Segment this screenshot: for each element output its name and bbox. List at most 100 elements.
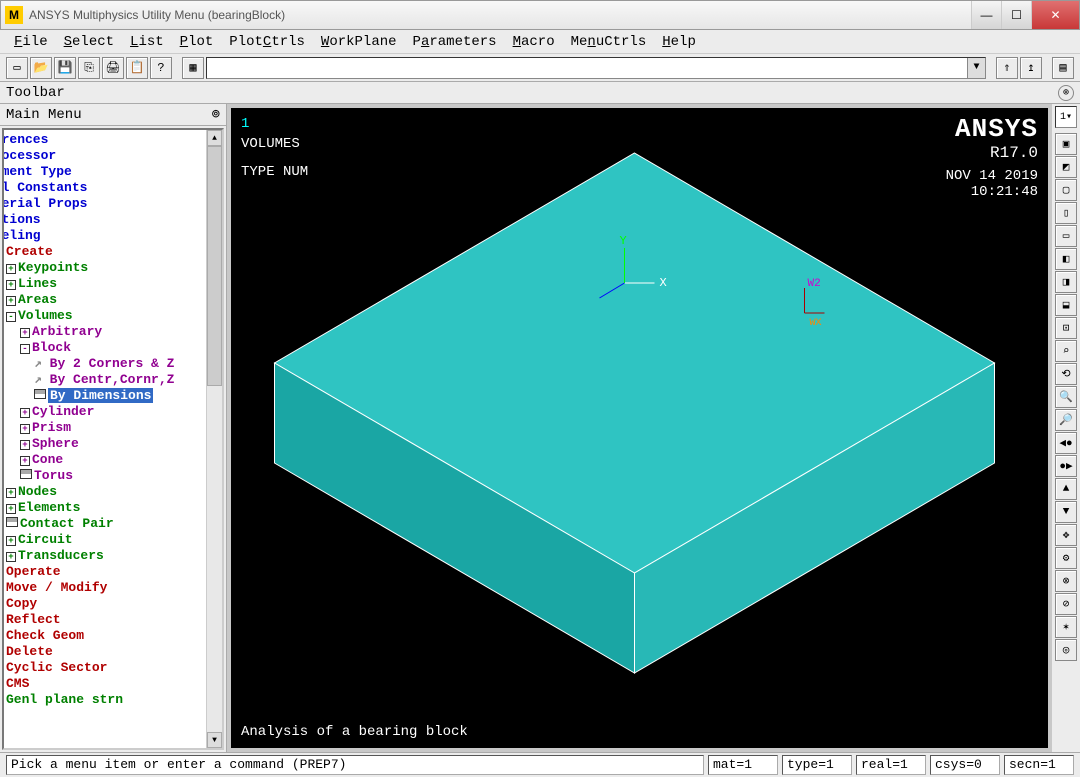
scroll-up-icon[interactable]: ▲	[207, 130, 222, 146]
tree-item-by-dimensions[interactable]: By Dimensions	[2, 388, 206, 404]
tree-item[interactable]: +Sphere	[2, 436, 206, 452]
tree-item[interactable]: odeling	[2, 228, 206, 244]
tree-item[interactable]: Reflect	[2, 612, 206, 628]
zoom-out-icon[interactable]: 🔎	[1055, 409, 1077, 431]
pan-icon[interactable]: ⎘	[78, 57, 100, 79]
menu-macro[interactable]: Macro	[507, 32, 561, 52]
help-icon[interactable]: ?	[150, 57, 172, 79]
close-button[interactable]: ✕	[1031, 1, 1079, 29]
tree-item[interactable]: Contact Pair	[2, 516, 206, 532]
open-icon[interactable]: 📂	[30, 57, 52, 79]
tree-item[interactable]: Move / Modify	[2, 580, 206, 596]
collapse-icon[interactable]: ⊚	[1058, 85, 1074, 101]
menu-help[interactable]: Help	[656, 32, 702, 52]
command-input-value[interactable]	[207, 58, 967, 78]
dyn-rotate-icon[interactable]: ✥	[1055, 524, 1077, 546]
print-icon[interactable]: 🖨	[102, 57, 124, 79]
tree-item[interactable]: Genl plane strn	[2, 692, 206, 708]
tree-item[interactable]: Check Geom	[2, 628, 206, 644]
tree-item[interactable]: +Circuit	[2, 532, 206, 548]
rotate-left-icon[interactable]: ◀●	[1055, 432, 1077, 454]
tree-item[interactable]: Delete	[2, 644, 206, 660]
reset-icon[interactable]: ↥	[1020, 57, 1042, 79]
right-view-icon[interactable]: ▯	[1055, 202, 1077, 224]
command-combo[interactable]: ▼	[206, 57, 986, 79]
menu-file[interactable]: File	[8, 32, 54, 52]
bottom-view-icon[interactable]: ⬓	[1055, 294, 1077, 316]
tree-container: ferences processor lement Type eal Const…	[2, 128, 224, 750]
tree-item[interactable]: lement Type	[2, 164, 206, 180]
minimize-button[interactable]: —	[971, 1, 1001, 29]
tree-item[interactable]: CMS	[2, 676, 206, 692]
fit-view-icon[interactable]: ⊡	[1055, 317, 1077, 339]
viewport: 1 VOLUMES TYPE NUM ANSYS R17.0 NOV 14 20…	[227, 104, 1080, 752]
tree-item[interactable]: ↗ By 2 Corners & Z	[2, 356, 206, 372]
tree-item-create[interactable]: Create	[2, 244, 206, 260]
chevron-down-icon[interactable]: ▼	[967, 58, 985, 78]
tree-item[interactable]: Cyclic Sector	[2, 660, 206, 676]
tool1-icon[interactable]: ⊗	[1055, 570, 1077, 592]
tree-item[interactable]: Torus	[2, 468, 206, 484]
view-number-combo[interactable]: 1▾	[1055, 106, 1077, 128]
tree-item[interactable]: +Elements	[2, 500, 206, 516]
tree-item[interactable]: +Areas	[2, 292, 206, 308]
tree-item[interactable]: +Keypoints	[2, 260, 206, 276]
rotate-up-icon[interactable]: ▲	[1055, 478, 1077, 500]
scroll-down-icon[interactable]: ▼	[207, 732, 222, 748]
report-icon[interactable]: 📋	[126, 57, 148, 79]
menu-parameters[interactable]: Parameters	[407, 32, 503, 52]
back-view-icon[interactable]: ◧	[1055, 248, 1077, 270]
tree-item[interactable]: processor	[2, 148, 206, 164]
collapse-icon[interactable]: ⊚	[212, 106, 220, 123]
iso-view-icon[interactable]: ▣	[1055, 133, 1077, 155]
contact-icon[interactable]: ▤	[1052, 57, 1074, 79]
tree-item[interactable]: +Lines	[2, 276, 206, 292]
top-view-icon[interactable]: ▭	[1055, 225, 1077, 247]
tool3-icon[interactable]: ✶	[1055, 616, 1077, 638]
front-view-icon[interactable]: ▢	[1055, 179, 1077, 201]
tree-item[interactable]: +Cylinder	[2, 404, 206, 420]
standard-toolbar: ▭ 📂 💾 ⎘ 🖨 📋 ? ▦ ▼ ⇑ ↥ ▤	[0, 54, 1080, 82]
rotate-right-icon[interactable]: ●▶	[1055, 455, 1077, 477]
left-view-icon[interactable]: ◨	[1055, 271, 1077, 293]
menu-list[interactable]: List	[124, 32, 170, 52]
status-secn: secn=1	[1004, 755, 1074, 775]
tool4-icon[interactable]: ◎	[1055, 639, 1077, 661]
maximize-button[interactable]: ☐	[1001, 1, 1031, 29]
tree-item[interactable]: Copy	[2, 596, 206, 612]
graphics-window[interactable]: 1 VOLUMES TYPE NUM ANSYS R17.0 NOV 14 20…	[227, 104, 1052, 752]
rotate-down-icon[interactable]: ▼	[1055, 501, 1077, 523]
menu-plotctrls[interactable]: PlotCtrls	[223, 32, 311, 52]
tree-item-block[interactable]: -Block	[2, 340, 206, 356]
menu-select[interactable]: Select	[58, 32, 120, 52]
scroll-thumb[interactable]	[207, 146, 222, 386]
menu-workplane[interactable]: WorkPlane	[315, 32, 403, 52]
status-real: real=1	[856, 755, 926, 775]
rate-icon[interactable]: ⚙	[1055, 547, 1077, 569]
tree-item[interactable]: aterial Props	[2, 196, 206, 212]
scrollbar[interactable]: ▲ ▼	[206, 130, 222, 748]
tree-item[interactable]: ections	[2, 212, 206, 228]
zoom-back-icon[interactable]: ⟲	[1055, 363, 1077, 385]
raise-icon[interactable]: ⇑	[996, 57, 1018, 79]
tree-item[interactable]: +Arbitrary	[2, 324, 206, 340]
tree-item[interactable]: Operate	[2, 564, 206, 580]
tree-item[interactable]: +Cone	[2, 452, 206, 468]
oblique-view-icon[interactable]: ◩	[1055, 156, 1077, 178]
menu-menuctrls[interactable]: MenuCtrls	[565, 32, 653, 52]
save-icon[interactable]: 💾	[54, 57, 76, 79]
tree-item[interactable]: ↗ By Centr,Cornr,Z	[2, 372, 206, 388]
zoom-win-icon[interactable]: ⌕	[1055, 340, 1077, 362]
tree-item[interactable]: +Nodes	[2, 484, 206, 500]
status-prompt[interactable]: Pick a menu item or enter a command (PRE…	[6, 755, 704, 775]
menu-plot[interactable]: Plot	[174, 32, 220, 52]
grid-icon[interactable]: ▦	[182, 57, 204, 79]
tree-item[interactable]: +Prism	[2, 420, 206, 436]
zoom-in-icon[interactable]: 🔍	[1055, 386, 1077, 408]
tool2-icon[interactable]: ⊘	[1055, 593, 1077, 615]
tree-item[interactable]: eal Constants	[2, 180, 206, 196]
tree-item[interactable]: ferences	[2, 132, 206, 148]
tree-item[interactable]: +Transducers	[2, 548, 206, 564]
new-icon[interactable]: ▭	[6, 57, 28, 79]
tree-item-volumes[interactable]: -Volumes	[2, 308, 206, 324]
